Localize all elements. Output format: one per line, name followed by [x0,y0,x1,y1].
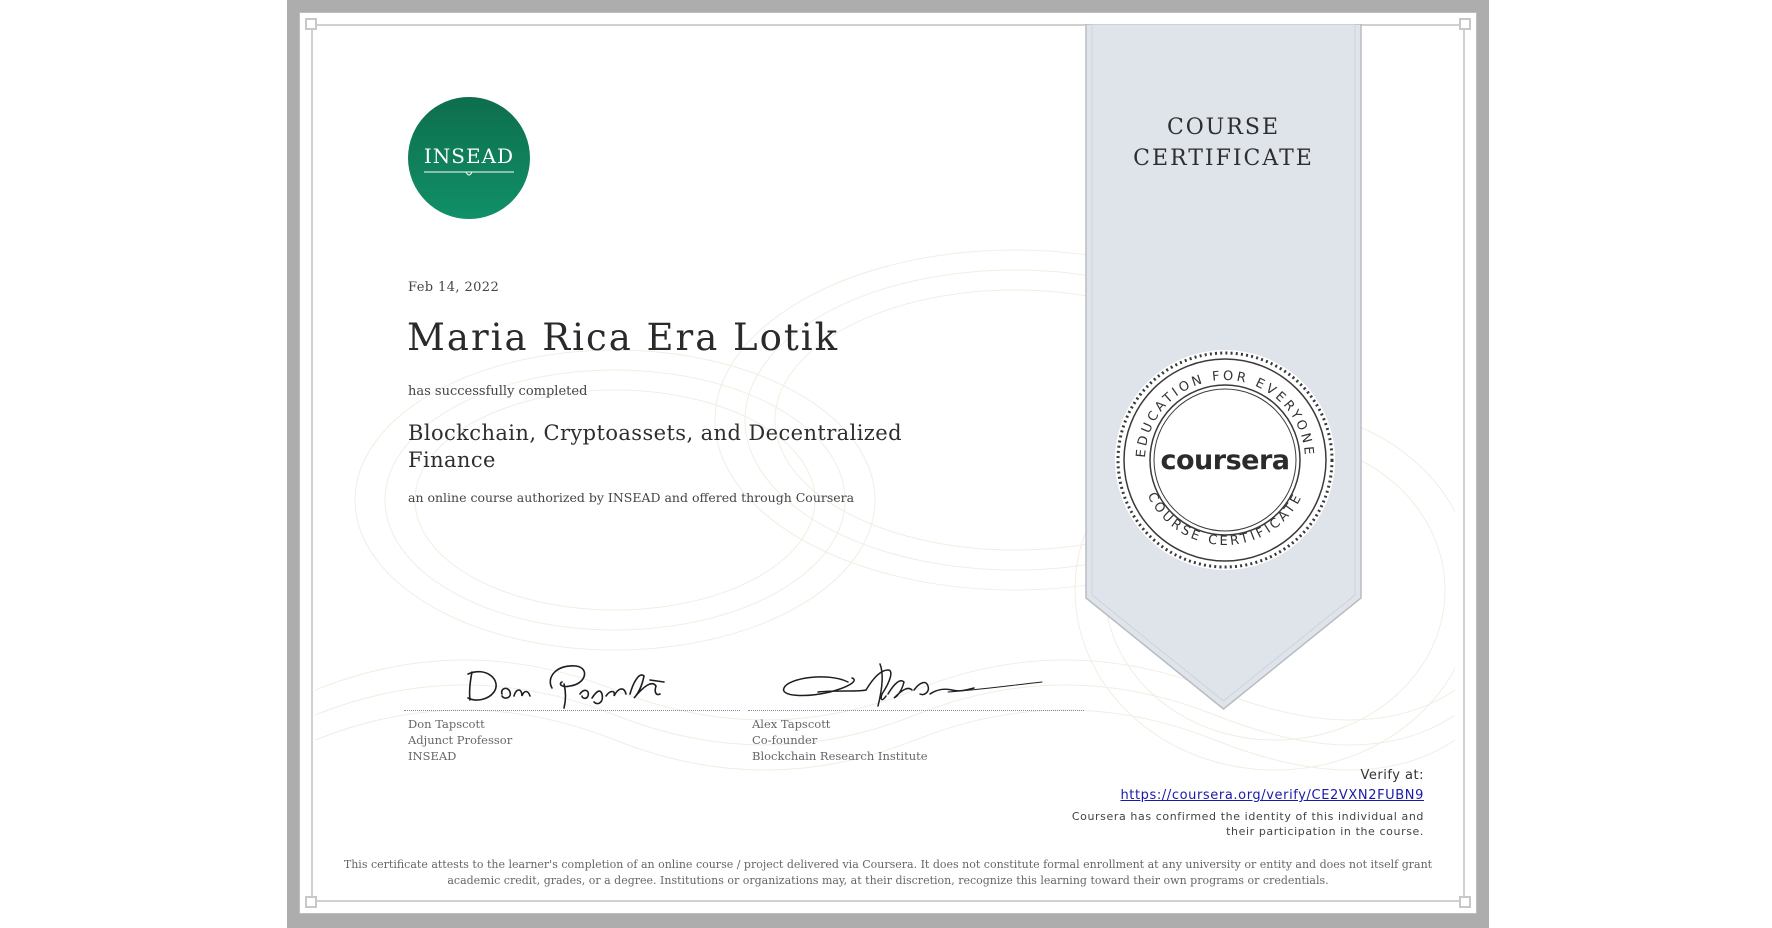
signature-1-image [467,665,665,709]
signatory-1-details: Don Tapscott Adjunct Professor INSEAD [408,716,512,764]
signatory-2-name: Alex Tapscott [752,717,831,731]
signature-2-line [748,710,1084,711]
coursera-seal: EDUCATION FOR EVERYONE COURSE CERTIFICAT… [1115,350,1335,570]
signatory-1-title: Adjunct Professor [408,733,513,747]
corner-ornament-top-right [1459,18,1471,30]
signatory-2-details: Alex Tapscott Co-founder Blockchain Rese… [752,716,928,764]
signatory-1-name: Don Tapscott [408,717,485,731]
issue-date: Feb 14, 2022 [408,280,500,295]
signatory-2-title: Co-founder [752,733,818,747]
signatory-1-organization: INSEAD [408,749,457,763]
verification-block: Verify at: https://coursera.org/verify/C… [1040,767,1424,839]
corner-ornament-top-left [305,18,317,30]
certificate-type-label: COURSE CERTIFICATE [1085,112,1362,174]
verify-label: Verify at: [1360,768,1424,783]
completion-statement: has successfully completed [408,384,588,399]
signatory-2-organization: Blockchain Research Institute [752,749,928,763]
insead-logo: INSEAD [408,97,530,219]
corner-ornament-bottom-left [305,896,317,908]
insead-logo-text: INSEAD [424,144,514,168]
verify-link[interactable]: https://coursera.org/verify/CE2VXN2FUBN9 [1120,788,1424,803]
course-name: Blockchain, Cryptoassets, and Decentrali… [408,421,902,472]
recipient-name: Maria Rica Era Lotik [407,316,840,359]
certificate-type-line2: CERTIFICATE [1133,146,1314,171]
certificate-disclaimer: This certificate attests to the learner'… [343,858,1433,887]
corner-ornament-bottom-right [1459,896,1471,908]
certificate-type-line1: COURSE [1166,115,1281,140]
signature-2-image [783,663,1043,707]
authorization-statement: an online course authorized by INSEAD an… [408,490,855,505]
seal-brand-text: coursera [1160,445,1289,476]
identity-confirmation: Coursera has confirmed the identity of t… [1071,810,1424,838]
signature-1-line [404,710,740,711]
